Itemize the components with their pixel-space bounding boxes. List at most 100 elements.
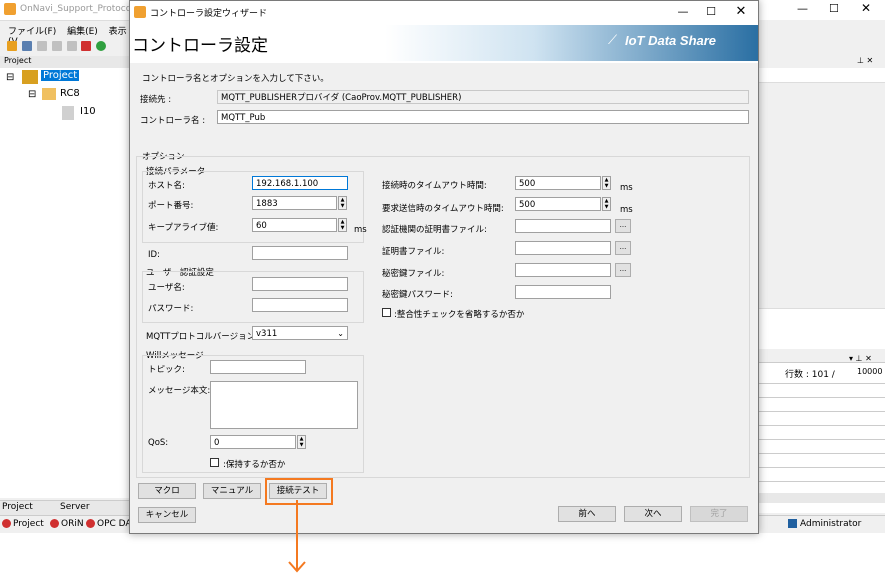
minimize-icon[interactable]: — [668,1,698,23]
keepalive-unit: ms [354,225,367,235]
conn-timeout-spinner[interactable]: ▲ ▼ [602,176,611,190]
key-browse-button[interactable]: ... [615,263,631,277]
brand-logo-icon: ⟋ [608,33,618,48]
tab-server[interactable]: Server [60,502,90,512]
grid-line [757,397,885,398]
background-window-controls: — ☐ ✕ [757,0,885,20]
status-orin[interactable]: ORiN [61,519,84,529]
port-label: ポート番号: [148,201,194,211]
skip-check-checkbox[interactable] [382,308,391,317]
user-input[interactable] [252,277,348,291]
menu-file[interactable]: ファイル(F) [8,27,56,37]
header-title: コントローラ設定 [132,36,268,56]
grid-line [757,425,885,426]
mqtt-version-label: MQTTプロトコルバージョン: [146,332,258,342]
tree-expander[interactable]: ⊟ [28,89,36,100]
conn-timeout-unit: ms [620,183,633,193]
retain-checkbox[interactable] [210,458,219,467]
copy-icon[interactable] [36,41,47,51]
tree-item-project[interactable]: Project [41,70,80,81]
qos-input[interactable]: 0 [210,435,296,449]
key-input[interactable] [515,263,611,277]
topic-input[interactable] [210,360,306,374]
close-icon[interactable]: ✕ [726,1,756,23]
instruction-text: コントローラ名とオプションを入力して下さい。 [142,74,329,84]
id-label: ID: [148,250,160,260]
req-timeout-unit: ms [620,205,633,215]
req-timeout-input[interactable]: 500 [515,197,601,211]
tab-project[interactable]: Project [2,502,33,512]
dialog-titlebar: コントローラ設定ウィザード — ☐ ✕ [130,1,758,23]
req-timeout-label: 要求送信時のタイムアウト時間: [382,204,504,214]
controller-name-label: コントローラ名 : [140,116,206,126]
background-menu: ファイル(F) 編集(E) 表示(V [0,21,130,47]
password-label: パスワード: [148,304,194,314]
mqtt-version-select[interactable]: v311 ⌄ [252,326,348,340]
chevron-down-icon: ⌄ [337,329,344,338]
menu-edit[interactable]: 編集(E) [67,27,98,37]
close-icon[interactable]: ✕ [861,1,871,15]
provider-label: 接続先 : [140,95,172,105]
key-pass-label: 秘密鍵パスワード: [382,290,453,300]
controller-settings-dialog: コントローラ設定ウィザード — ☐ ✕ コントローラ設定 ⟋ IoT Data … [129,0,759,534]
error-icon [50,519,59,528]
grid-line [757,467,885,468]
grid-line [757,439,885,440]
status-project[interactable]: Project [13,519,44,529]
status-opc[interactable]: OPC DA [97,519,132,529]
log-panel: 行数 : 101 / 10000 [757,362,885,513]
provider-field: MQTT_PUBLISHERプロバイダ (CaoProv.MQTT_PUBLIS… [217,90,749,104]
app-icon [134,6,146,18]
mqtt-version-value: v311 [256,329,278,339]
dialog-title: コントローラ設定ウィザード [150,9,268,19]
cert-input[interactable] [515,241,611,255]
run-icon[interactable] [96,41,107,51]
port-spinner[interactable]: ▲ ▼ [338,196,347,210]
qos-spinner[interactable]: ▲ ▼ [297,435,306,449]
finish-button[interactable]: 完了 [690,506,748,522]
back-button[interactable]: 前へ [558,506,616,522]
save-icon[interactable] [21,41,32,51]
add-icon[interactable] [81,41,92,51]
controller-name-input[interactable]: MQTT_Pub [217,110,749,124]
device-icon [62,106,74,120]
tree-expander[interactable]: ⊟ [6,72,14,83]
keepalive-input[interactable]: 60 [252,218,337,232]
rows-total: 10000 [857,367,883,376]
key-pass-input[interactable] [515,285,611,299]
qos-label: QoS: [148,438,169,448]
cancel-button[interactable]: キャンセル [138,507,196,523]
minimize-icon[interactable]: — [797,2,808,15]
id-input[interactable] [252,246,348,260]
macro-button[interactable]: マクロ [138,483,196,499]
message-label: メッセージ本文: [148,386,211,396]
cert-browse-button[interactable]: ... [615,241,631,255]
req-timeout-spinner[interactable]: ▲ ▼ [602,197,611,211]
open-icon[interactable] [7,41,17,51]
conn-timeout-input[interactable]: 500 [515,176,601,190]
host-input[interactable]: 192.168.1.100 [252,176,348,190]
ca-cert-browse-button[interactable]: ... [615,219,631,233]
maximize-icon[interactable]: ☐ [829,2,839,15]
port-input[interactable]: 1883 [252,196,337,210]
paste-icon[interactable] [51,41,62,51]
tree-item-i10[interactable]: I10 [80,106,96,117]
ca-cert-label: 認証機関の証明書ファイル: [382,225,487,235]
horizontal-scrollbar[interactable] [757,493,885,503]
pin-icon[interactable]: ⊥ ✕ [857,56,873,65]
next-button[interactable]: 次へ [624,506,682,522]
password-input[interactable] [252,298,348,312]
folder-icon [42,88,56,100]
status-user: Administrator [800,519,862,529]
manual-button[interactable]: マニュアル [203,483,261,499]
host-label: ホスト名: [148,181,185,191]
user-icon [788,519,797,528]
keepalive-spinner[interactable]: ▲ ▼ [338,218,347,232]
ca-cert-input[interactable] [515,219,611,233]
cert-label: 証明書ファイル: [382,247,445,257]
message-textarea[interactable] [210,381,358,429]
tree-item-rc8[interactable]: RC8 [60,88,80,99]
skip-check-label: :整合性チェックを省略するか否か [394,310,525,320]
delete-icon[interactable] [66,41,77,51]
maximize-icon[interactable]: ☐ [696,1,726,23]
